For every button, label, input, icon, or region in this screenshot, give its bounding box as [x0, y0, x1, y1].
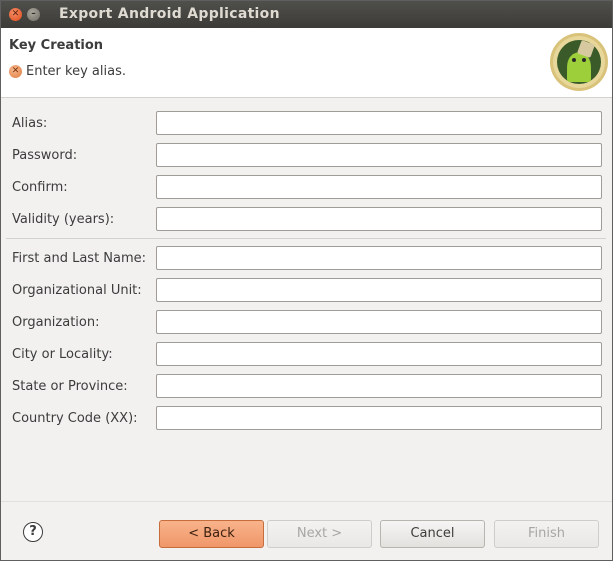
name-label: First and Last Name: [12, 251, 147, 266]
form-row-organization: Organization: [1, 310, 612, 336]
form-row-validity: Validity (years): [1, 207, 612, 233]
close-window-icon[interactable]: ✕ [9, 8, 22, 21]
confirm-input[interactable] [156, 175, 602, 199]
form-row-name: First and Last Name: [1, 246, 612, 272]
form-row-confirm: Confirm: [1, 175, 612, 201]
finish-button[interactable]: Finish [494, 520, 599, 548]
state-input[interactable] [156, 374, 602, 398]
validity-label: Validity (years): [12, 212, 115, 227]
form-divider [6, 238, 606, 239]
org-unit-label: Organizational Unit: [12, 283, 142, 298]
alias-input[interactable] [156, 111, 602, 135]
validity-input[interactable] [156, 207, 602, 231]
banner-message-text: Enter key alias. [26, 64, 126, 79]
help-icon[interactable]: ? [23, 522, 43, 542]
form-row-password: Password: [1, 143, 612, 169]
state-label: State or Province: [12, 379, 128, 394]
city-label: City or Locality: [12, 347, 113, 362]
cancel-button[interactable]: Cancel [380, 520, 485, 548]
form-row-state: State or Province: [1, 374, 612, 400]
banner-message: ✕ Enter key alias. [9, 64, 126, 79]
back-button[interactable]: < Back [159, 520, 264, 548]
confirm-label: Confirm: [12, 180, 68, 195]
error-icon: ✕ [9, 65, 22, 78]
alias-label: Alias: [12, 116, 48, 131]
form-row-alias: Alias: [1, 111, 612, 137]
name-input[interactable] [156, 246, 602, 270]
password-input[interactable] [156, 143, 602, 167]
android-logo-icon [550, 33, 608, 91]
export-android-dialog: ✕ – Export Android Application Key Creat… [0, 0, 613, 561]
form-row-city: City or Locality: [1, 342, 612, 368]
window-title: Export Android Application [59, 6, 280, 22]
page-title: Key Creation [9, 38, 104, 53]
form-row-country: Country Code (XX): [1, 406, 612, 432]
title-bar[interactable]: ✕ – Export Android Application [1, 1, 612, 28]
city-input[interactable] [156, 342, 602, 366]
password-label: Password: [12, 148, 78, 163]
organization-input[interactable] [156, 310, 602, 334]
button-bar: ? < Back Next > Cancel Finish [1, 501, 612, 560]
country-label: Country Code (XX): [12, 411, 138, 426]
country-input[interactable] [156, 406, 602, 430]
wizard-banner: Key Creation ✕ Enter key alias. [1, 28, 612, 98]
form-row-org-unit: Organizational Unit: [1, 278, 612, 304]
minimize-window-icon[interactable]: – [27, 8, 40, 21]
org-unit-input[interactable] [156, 278, 602, 302]
next-button[interactable]: Next > [267, 520, 372, 548]
organization-label: Organization: [12, 315, 100, 330]
